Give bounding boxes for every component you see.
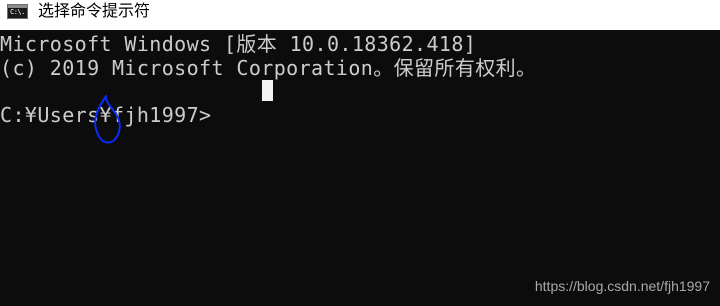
watermark-url: https://blog.csdn.net/fjh1997 [534, 278, 710, 294]
cmd-icon[interactable]: C:\. [7, 4, 28, 19]
text-cursor [262, 80, 273, 101]
annotation-circle [94, 95, 121, 144]
cmd-icon-glyph: C:\. [10, 8, 25, 16]
command-prompt-window: C:\. 选择命令提示符 Microsoft Windows [版本 10.0.… [0, 0, 720, 306]
console-line-version: Microsoft Windows [版本 10.0.18362.418] [0, 32, 477, 56]
window-title: 选择命令提示符 [38, 1, 151, 20]
console-area[interactable]: Microsoft Windows [版本 10.0.18362.418] (c… [0, 30, 720, 306]
titlebar[interactable]: C:\. 选择命令提示符 [0, 0, 720, 30]
console-line-copyright: (c) 2019 Microsoft Corporation。保留所有权利。 [0, 56, 537, 80]
annotation-stroke [94, 95, 121, 144]
